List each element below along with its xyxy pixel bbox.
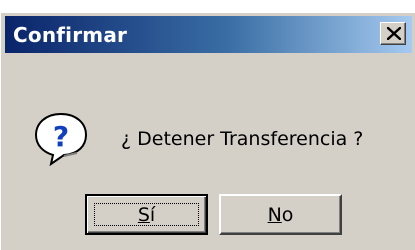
yes-button[interactable]: Sí xyxy=(85,194,208,235)
question-icon: ? xyxy=(31,108,91,168)
close-button[interactable] xyxy=(380,22,406,45)
close-icon xyxy=(387,27,401,40)
no-button-label: No xyxy=(267,203,294,226)
dialog-title: Confirmar xyxy=(13,23,128,47)
title-bar[interactable]: Confirmar xyxy=(5,16,412,53)
svg-text:?: ? xyxy=(53,120,69,153)
yes-button-label: Sí xyxy=(137,203,156,226)
no-button[interactable]: No xyxy=(219,194,342,235)
confirm-message: ¿ Detener Transferencia ? xyxy=(121,128,364,150)
confirm-dialog: Confirmar ? ¿ Detener Transferencia ? Sí… xyxy=(0,12,415,250)
